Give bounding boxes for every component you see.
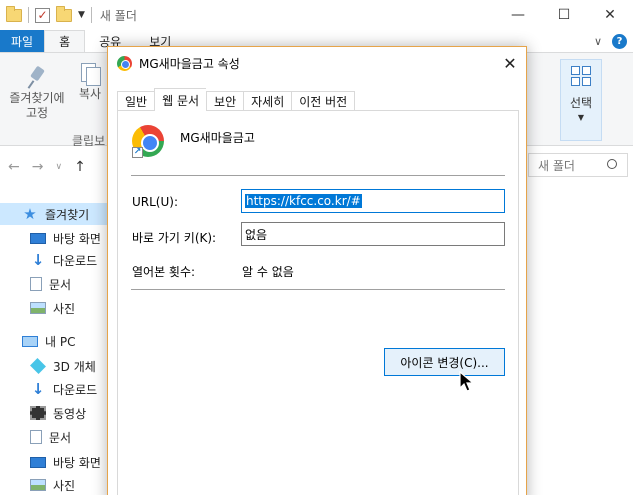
quick-access-toolbar: ✓ ▼ — [0, 5, 92, 23]
computer-icon — [22, 335, 38, 347]
video-icon — [30, 406, 46, 420]
tab-previous-versions[interactable]: 이전 버전 — [291, 91, 356, 111]
ribbon-right-controls: ∨ ? — [594, 30, 627, 52]
new-folder-icon[interactable] — [56, 5, 72, 22]
nav-label: 내 PC — [45, 334, 76, 349]
qat-dropdown-icon[interactable]: ▼ — [78, 10, 85, 20]
nav-label: 문서 — [49, 277, 72, 292]
web-document-panel: ↗ MG새마을금고 URL(U): https://kfcc.co.kr/# 바… — [117, 110, 519, 495]
search-input[interactable]: 새 폴더 — [528, 153, 628, 177]
visits-value: 알 수 없음 — [242, 265, 294, 279]
qat-divider-2 — [90, 7, 92, 23]
document-icon — [30, 430, 42, 444]
close-icon[interactable]: ✕ — [494, 47, 526, 79]
url-value: https://kfcc.co.kr/# — [245, 194, 362, 208]
nav-item-pc-downloads[interactable]: ↓ 다운로드 — [30, 378, 97, 400]
copy-icon — [79, 61, 101, 87]
recent-locations-icon[interactable]: ∨ — [55, 162, 62, 172]
properties-dialog: MG새마을금고 속성 ✕ 일반 웹 문서 보안 자세히 이전 버전 ↗ MG새마… — [107, 46, 527, 495]
select-grid-icon — [571, 66, 591, 86]
nav-label: 즐겨찾기 — [45, 207, 90, 222]
nav-item-pc-desktop[interactable]: 바탕 화면 — [30, 451, 101, 473]
hotkey-input[interactable]: 없음 — [241, 222, 505, 246]
pin-icon — [26, 65, 48, 91]
folder-icon — [6, 5, 22, 22]
back-arrow-icon[interactable]: ← — [8, 159, 20, 175]
pictures-icon — [30, 302, 46, 314]
nav-item-3d-objects[interactable]: 3D 개체 — [30, 355, 96, 377]
nav-item-desktop[interactable]: 바탕 화면 — [30, 227, 101, 249]
navigation-pane: ★ 즐겨찾기 바탕 화면 ↓ 다운로드 문서 사진 내 PC 3D 개체 ↓ 다… — [0, 197, 112, 495]
search-placeholder: 새 폴더 — [538, 158, 575, 173]
tab-security[interactable]: 보안 — [206, 91, 244, 111]
url-label: URL(U): — [132, 195, 178, 209]
cube-icon — [30, 358, 46, 374]
nav-item-pc-documents[interactable]: 문서 — [30, 426, 71, 448]
maximize-icon[interactable]: ☐ — [541, 0, 587, 30]
window-title: 새 폴더 — [99, 8, 137, 23]
up-arrow-icon[interactable]: ↑ — [74, 159, 86, 175]
ribbon-collapse-icon[interactable]: ∨ — [594, 35, 602, 48]
select-label: 선택 — [569, 96, 593, 110]
change-icon-button[interactable]: 아이콘 변경(C)... — [384, 348, 505, 376]
shortcut-name: MG새마을금고 — [180, 131, 255, 145]
select-button[interactable]: 선택 ▼ — [560, 59, 602, 141]
nav-item-documents[interactable]: 문서 — [30, 273, 71, 295]
dialog-tabs: 일반 웹 문서 보안 자세히 이전 버전 — [117, 88, 356, 111]
tab-home[interactable]: 홈 — [44, 30, 86, 52]
dialog-titlebar: MG새마을금고 속성 ✕ — [108, 47, 526, 79]
search-icon — [607, 159, 617, 169]
window-controls: — ☐ ✕ — [495, 0, 633, 30]
hotkey-label: 바로 가기 키(K): — [132, 231, 217, 245]
qat-divider — [28, 7, 29, 23]
nav-label: 사진 — [53, 301, 76, 316]
chrome-icon — [117, 55, 132, 71]
nav-label: 동영상 — [53, 406, 87, 421]
explorer-titlebar: ✓ ▼ 새 폴더 — ☐ ✕ — [0, 0, 633, 30]
divider — [131, 175, 505, 176]
nav-label: 다운로드 — [53, 253, 98, 268]
download-icon: ↓ — [31, 251, 45, 269]
nav-quick-access[interactable]: ★ 즐겨찾기 — [0, 203, 112, 225]
tab-web-document[interactable]: 웹 문서 — [154, 88, 207, 111]
hotkey-value: 없음 — [245, 227, 268, 242]
nav-label: 바탕 화면 — [53, 455, 101, 470]
tab-general[interactable]: 일반 — [117, 91, 155, 111]
tab-details[interactable]: 자세히 — [243, 91, 292, 111]
pictures-icon — [30, 479, 46, 491]
divider-2 — [131, 289, 505, 290]
select-dropdown-icon: ▼ — [577, 113, 585, 122]
pin-label: 즐겨찾기에 고정 — [9, 91, 65, 120]
nav-label: 문서 — [49, 430, 72, 445]
desktop-icon — [30, 456, 46, 468]
pin-quick-access-button[interactable]: 즐겨찾기에 고정 — [4, 65, 70, 121]
nav-item-downloads[interactable]: ↓ 다운로드 — [30, 249, 97, 271]
star-icon: ★ — [23, 205, 37, 223]
copy-button[interactable]: 복사 — [72, 61, 108, 102]
tab-file[interactable]: 파일 — [0, 30, 45, 52]
help-icon[interactable]: ? — [612, 33, 627, 49]
nav-label: 3D 개체 — [53, 359, 96, 374]
document-icon — [30, 277, 42, 291]
minimize-icon[interactable]: — — [495, 0, 541, 30]
download-icon: ↓ — [31, 380, 45, 398]
visits-label: 열어본 횟수: — [132, 265, 196, 279]
forward-arrow-icon[interactable]: → — [32, 159, 44, 175]
dialog-title: MG새마을금고 속성 — [139, 56, 240, 71]
nav-item-pictures[interactable]: 사진 — [30, 297, 75, 319]
url-input[interactable]: https://kfcc.co.kr/# — [241, 189, 505, 213]
shortcut-arrow-icon: ↗ — [132, 147, 143, 158]
nav-item-pc-pictures[interactable]: 사진 — [30, 474, 75, 495]
properties-check-icon[interactable]: ✓ — [35, 7, 50, 23]
desktop-icon — [30, 232, 46, 244]
nav-label: 다운로드 — [53, 382, 98, 397]
close-window-icon[interactable]: ✕ — [587, 0, 633, 30]
nav-label: 사진 — [53, 478, 76, 493]
nav-label: 바탕 화면 — [53, 231, 101, 246]
nav-item-videos[interactable]: 동영상 — [30, 402, 86, 424]
copy-label: 복사 — [78, 87, 102, 101]
nav-this-pc[interactable]: 내 PC — [22, 330, 75, 352]
